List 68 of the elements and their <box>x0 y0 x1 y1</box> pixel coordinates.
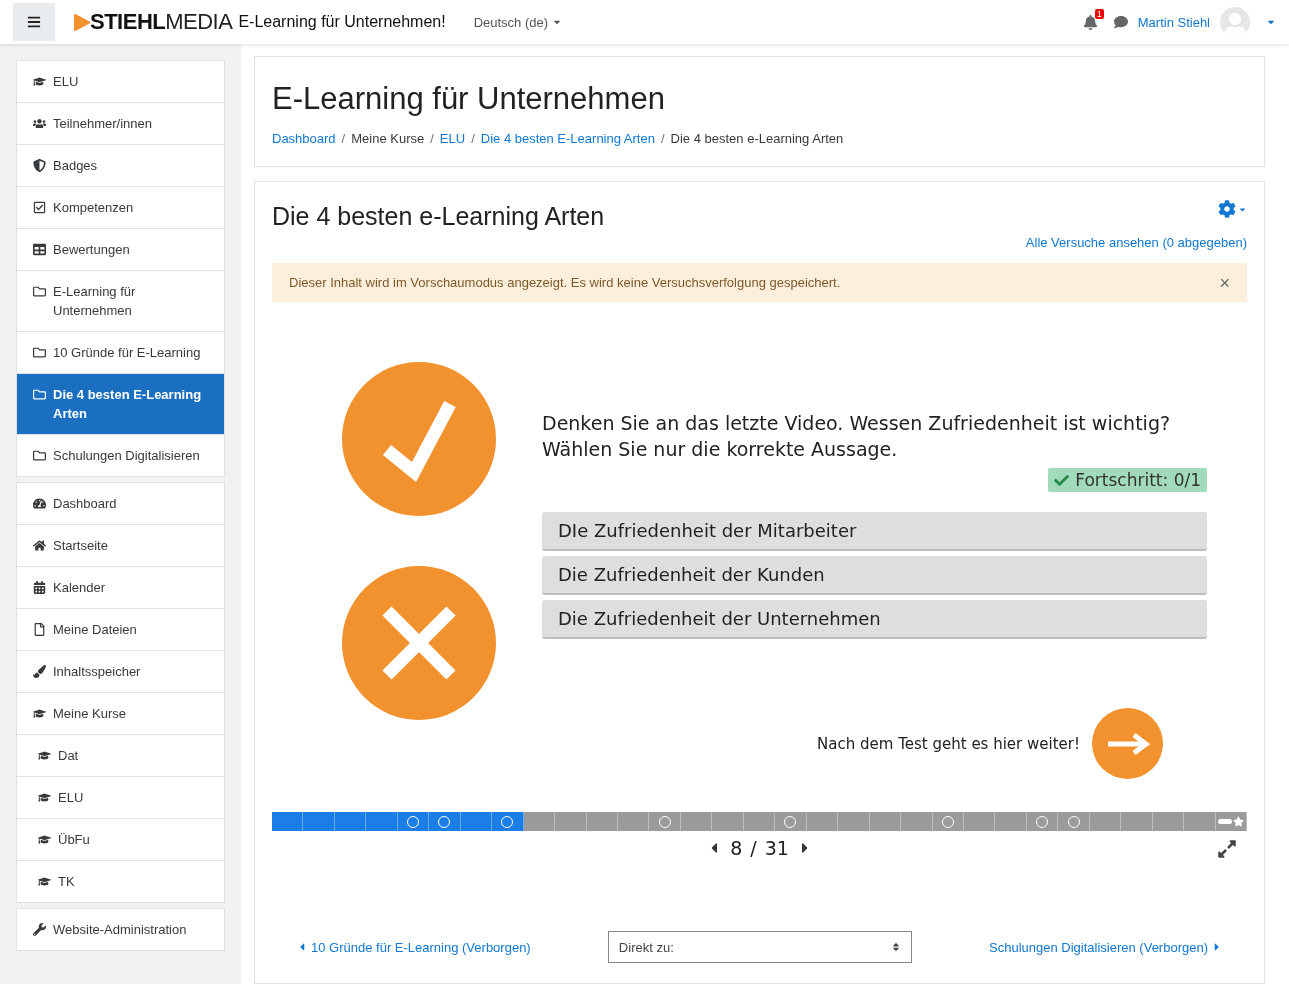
answer-option[interactable]: Die Zufriedenheit der Unternehmen <box>542 600 1207 639</box>
sidebar-item[interactable]: Die 4 besten E-Learning Arten <box>17 373 224 434</box>
progress-badge: Fortschritt: 0/1 <box>1048 468 1207 492</box>
previous-activity-link[interactable]: 10 Gründe für E-Learning (Verborgen) <box>296 939 531 955</box>
file-icon <box>33 623 46 636</box>
cross-circle-icon <box>342 566 496 720</box>
brush-icon <box>33 665 46 678</box>
check-circle-icon <box>342 362 496 516</box>
folder-icon <box>33 388 46 401</box>
menu-button[interactable] <box>13 3 55 41</box>
breadcrumb-separator: / <box>660 131 665 146</box>
users-icon <box>33 117 46 130</box>
menu-icon <box>27 15 41 29</box>
logo-text: STIEHLMEDIA <box>90 9 233 35</box>
attempts-link[interactable]: Alle Versuche ansehen (0 abgegeben) <box>1025 235 1247 250</box>
breadcrumb-separator: / <box>341 131 346 146</box>
gauge-icon <box>33 497 46 510</box>
folder-icon <box>33 346 46 359</box>
answer-option[interactable]: DIe Zufriedenheit der Mitarbeiter <box>542 512 1207 551</box>
gear-icon <box>1218 200 1236 218</box>
jump-select[interactable]: Direkt zu: <box>607 931 912 963</box>
checkbox-icon <box>33 201 46 214</box>
settings-button[interactable] <box>1218 200 1247 218</box>
table-icon <box>33 243 46 256</box>
expand-icon <box>1217 839 1237 859</box>
graduation-cap-icon <box>38 875 51 888</box>
graduation-cap-icon <box>33 75 46 88</box>
notifications-button[interactable] <box>1082 14 1098 30</box>
breadcrumb-text: Die 4 besten e-Learning Arten <box>670 131 844 146</box>
calendar-icon <box>33 581 46 594</box>
home-icon <box>33 539 46 552</box>
folder-icon <box>33 285 46 298</box>
star-icon[interactable] <box>1217 816 1244 827</box>
close-button[interactable]: × <box>1219 275 1230 290</box>
graduation-cap-icon <box>33 707 46 720</box>
question-text: Denken Sie an das letzte Video. Wessen Zufriedenheit ist wichtig? Wählen Sie nur die korrekte Aussage. <box>542 411 1172 462</box>
site-name: E-Learning für Unternehmen! <box>238 13 446 31</box>
breadcrumb-separator: / <box>430 131 434 146</box>
slide-number: 8 <box>730 837 743 859</box>
messages-icon[interactable] <box>1113 15 1128 29</box>
notification-badge: 1 <box>1094 8 1104 19</box>
bell-icon <box>1082 14 1098 30</box>
page-title: E-Learning für Unternehmen <box>272 81 666 117</box>
breadcrumb-link[interactable]: ELU <box>439 131 466 146</box>
graduation-cap-icon <box>38 791 51 804</box>
next-activity-link[interactable]: Schulungen Digitalisieren (Verborgen) <box>989 939 1223 955</box>
notice-text: Dieser Inhalt wird im Vorschaumodus angezeigt. Es wird keine Versuchsverfolgung gespeichert. <box>289 275 841 290</box>
activity-title: Die 4 besten e-Learning Arten <box>272 202 605 231</box>
arrow-right-icon <box>1105 731 1150 756</box>
graduation-cap-icon <box>38 833 51 846</box>
slide-total: 31 <box>764 837 789 859</box>
slide-timeline[interactable] <box>272 812 1247 831</box>
folder-icon <box>33 449 46 462</box>
play-logo-icon <box>73 13 90 31</box>
user-name[interactable]: Martin Stiehl <box>1137 14 1210 30</box>
fullscreen-button[interactable] <box>1217 839 1237 859</box>
breadcrumb-text: Meine Kurse <box>351 131 425 146</box>
breadcrumb-link[interactable]: Die 4 besten E-Learning Arten <box>480 131 655 146</box>
wrench-icon <box>33 923 46 936</box>
language-menu[interactable]: Deutsch (de) <box>467 13 569 31</box>
answer-option[interactable]: Die Zufriedenheit der Kunden <box>542 556 1207 595</box>
breadcrumb-separator: / <box>471 131 475 146</box>
continue-text: Nach dem Test geht es hier weiter! <box>817 734 1080 753</box>
breadcrumb-link[interactable]: Dashboard <box>272 131 336 146</box>
slide-separator: / <box>750 837 757 859</box>
sort-icon <box>890 942 901 952</box>
graduation-cap-icon <box>38 749 51 762</box>
shield-icon <box>33 159 46 172</box>
